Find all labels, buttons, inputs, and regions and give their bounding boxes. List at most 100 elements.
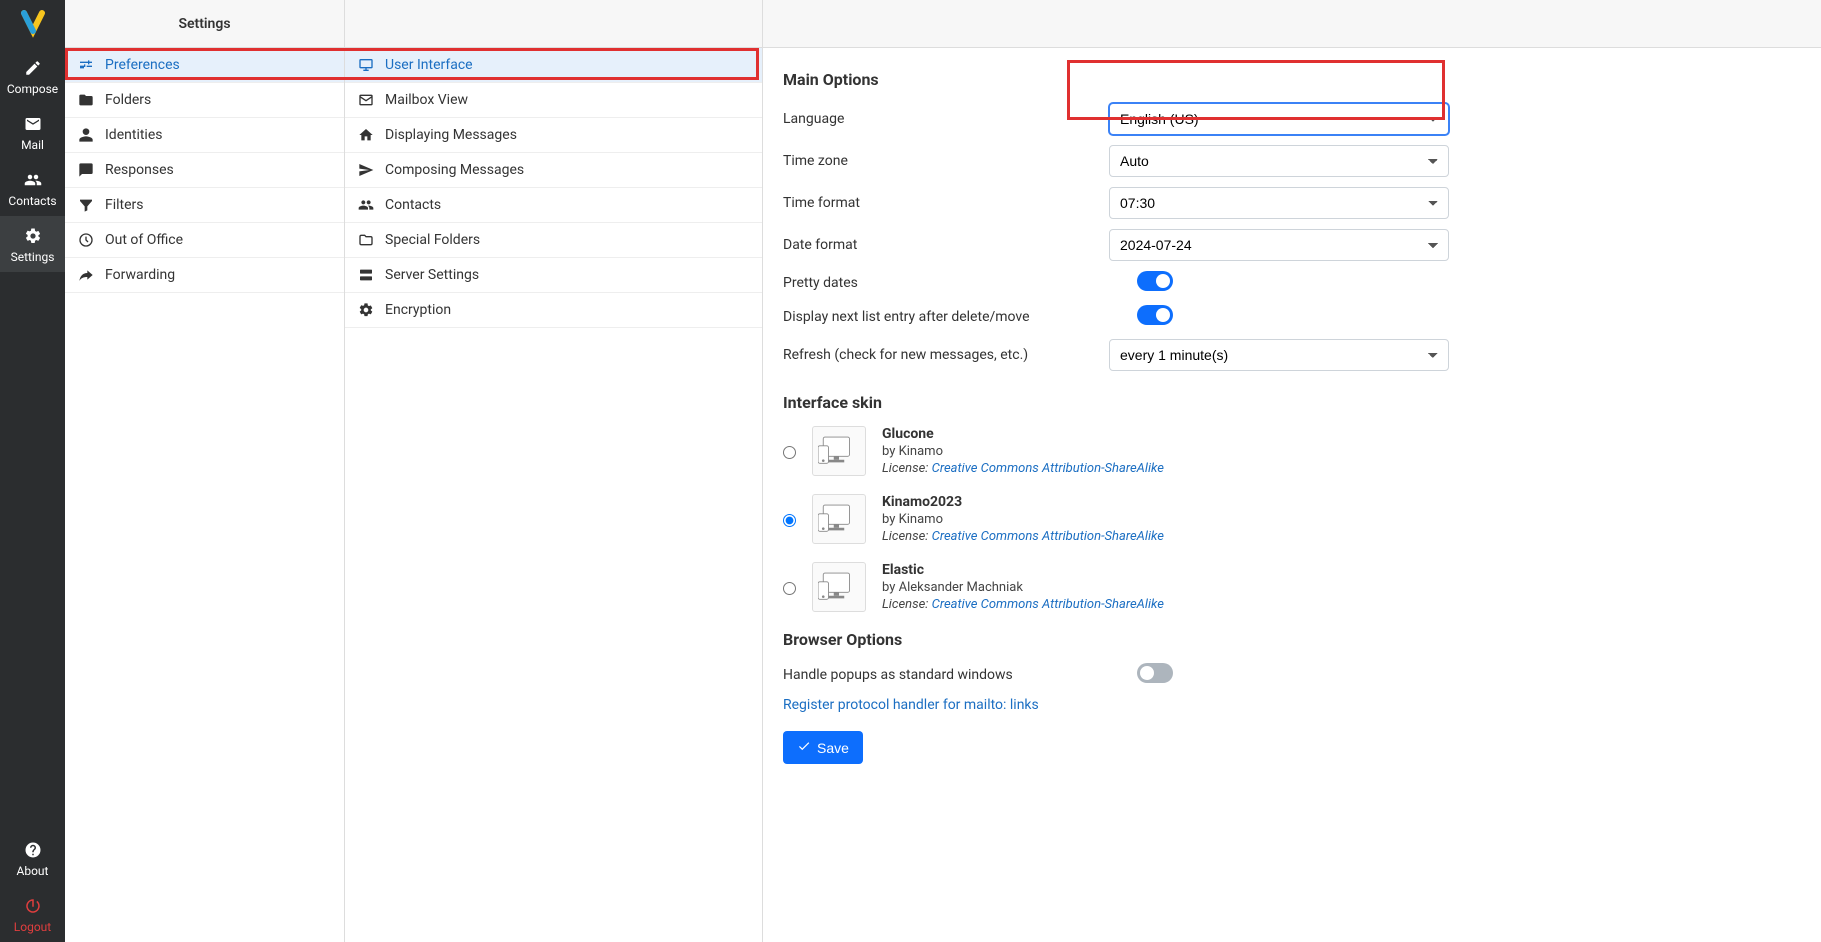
section-special[interactable]: Special Folders xyxy=(345,223,762,258)
nav-mail[interactable]: Mail xyxy=(0,104,65,160)
help-icon xyxy=(23,840,43,860)
skin-option: Kinamo2023by KinamoLicense: Creative Com… xyxy=(783,494,1801,544)
settings-item-preferences[interactable]: Preferences xyxy=(65,48,344,83)
list-item-label: User Interface xyxy=(385,57,473,73)
section-compose[interactable]: Composing Messages xyxy=(345,153,762,188)
share-icon xyxy=(77,266,95,284)
save-button[interactable]: Save xyxy=(783,731,863,764)
nav-sidebar: Compose Mail Contacts Settings About Log… xyxy=(0,0,65,942)
nav-settings[interactable]: Settings xyxy=(0,216,65,272)
refresh-select[interactable]: every 1 minute(s) xyxy=(1109,339,1449,371)
settings-item-folders[interactable]: Folders xyxy=(65,83,344,118)
language-select[interactable]: English (US) xyxy=(1109,103,1449,135)
section-ui[interactable]: User Interface xyxy=(345,48,762,83)
row-displaynext: Display next list entry after delete/mov… xyxy=(783,305,1801,329)
skin-radio[interactable] xyxy=(783,446,796,459)
settings-item-ooo[interactable]: Out of Office xyxy=(65,223,344,258)
row-popups: Handle popups as standard windows xyxy=(783,663,1801,687)
settings-list: Settings Preferences Folders Identities … xyxy=(65,0,345,942)
skin-meta: Elasticby Aleksander MachniakLicense: Cr… xyxy=(882,562,1164,612)
displaynext-label: Display next list entry after delete/mov… xyxy=(783,309,1109,325)
gear-icon xyxy=(357,301,375,319)
settings-item-responses[interactable]: Responses xyxy=(65,153,344,188)
timeformat-select[interactable]: 07:30 xyxy=(1109,187,1449,219)
skin-option: Glucone by Kinamo License: Creative Common… xyxy=(783,426,1801,476)
folder-outline-icon xyxy=(357,231,375,249)
list-item-label: Mailbox View xyxy=(385,92,468,108)
content-header-blank xyxy=(763,0,1821,48)
section-server[interactable]: Server Settings xyxy=(345,258,762,293)
save-button-label: Save xyxy=(817,740,849,756)
list-item-label: Out of Office xyxy=(105,232,183,248)
timezone-select[interactable]: Auto xyxy=(1109,145,1449,177)
nav-about[interactable]: About xyxy=(0,830,65,886)
row-dateformat: Date format 2024-07-24 xyxy=(783,229,1801,261)
list-item-label: Folders xyxy=(105,92,151,108)
settings-columns: Settings Preferences Folders Identities … xyxy=(65,0,763,942)
logo xyxy=(0,0,65,48)
sliders-icon xyxy=(77,56,95,74)
inbox-icon xyxy=(357,126,375,144)
user-icon xyxy=(77,126,95,144)
skin-license-link[interactable]: Creative Commons Attribution-ShareAlike xyxy=(932,461,1164,476)
gear-icon xyxy=(23,226,43,246)
dateformat-select[interactable]: 2024-07-24 xyxy=(1109,229,1449,261)
section-encryption[interactable]: Encryption xyxy=(345,293,762,328)
popups-toggle[interactable] xyxy=(1137,663,1173,683)
paper-plane-icon xyxy=(357,161,375,179)
refresh-label: Refresh (check for new messages, etc.) xyxy=(783,347,1109,363)
row-pretty: Pretty dates xyxy=(783,271,1801,295)
row-refresh: Refresh (check for new messages, etc.) e… xyxy=(783,339,1801,371)
list-item-label: Displaying Messages xyxy=(385,127,517,143)
skin-name: Elastic xyxy=(882,562,1164,578)
skin-license: License: Creative Commons Attribution-Sh… xyxy=(882,461,1164,476)
filter-icon xyxy=(77,196,95,214)
row-timeformat: Time format 07:30 xyxy=(783,187,1801,219)
list-item-label: Server Settings xyxy=(385,267,479,283)
skin-radio[interactable] xyxy=(783,582,796,595)
settings-item-identities[interactable]: Identities xyxy=(65,118,344,153)
content-wrap: Main Options Language English (US) Time … xyxy=(763,0,1821,942)
skin-author: by Kinamo xyxy=(882,512,1164,527)
row-language: Language English (US) xyxy=(783,103,1801,135)
settings-item-forwarding[interactable]: Forwarding xyxy=(65,258,344,293)
settings-item-filters[interactable]: Filters xyxy=(65,188,344,223)
skin-meta: Kinamo2023by KinamoLicense: Creative Com… xyxy=(882,494,1164,544)
skin-name: Glucone xyxy=(882,426,1164,442)
skin-option: Elasticby Aleksander MachniakLicense: Cr… xyxy=(783,562,1801,612)
list-item-label: Contacts xyxy=(385,197,441,213)
nav-contacts[interactable]: Contacts xyxy=(0,160,65,216)
section-display[interactable]: Displaying Messages xyxy=(345,118,762,153)
nav-logout[interactable]: Logout xyxy=(0,886,65,942)
skin-radio[interactable] xyxy=(783,514,796,527)
comment-icon xyxy=(77,161,95,179)
check-icon xyxy=(797,739,811,756)
timeformat-label: Time format xyxy=(783,195,1109,211)
section-mailbox[interactable]: Mailbox View xyxy=(345,83,762,118)
list-item-label: Encryption xyxy=(385,302,451,318)
skin-license: License: Creative Commons Attribution-Sh… xyxy=(882,597,1164,612)
clock-icon xyxy=(77,231,95,249)
list-item-label: Identities xyxy=(105,127,162,143)
skin-license-link[interactable]: Creative Commons Attribution-ShareAlike xyxy=(932,529,1164,544)
skin-license-link[interactable]: Creative Commons Attribution-ShareAlike xyxy=(932,597,1164,612)
language-label: Language xyxy=(783,111,1109,127)
skin-thumbnail xyxy=(812,426,866,476)
main-options-title: Main Options xyxy=(783,70,1801,89)
register-mailto-link[interactable]: Register protocol handler for mailto: li… xyxy=(783,697,1801,713)
section-contacts[interactable]: Contacts xyxy=(345,188,762,223)
list-item-label: Forwarding xyxy=(105,267,175,283)
skin-meta: Glucone by Kinamo License: Creative Common… xyxy=(882,426,1164,476)
pretty-toggle[interactable] xyxy=(1137,271,1173,291)
list-item-label: Preferences xyxy=(105,57,180,73)
browser-title: Browser Options xyxy=(783,630,1801,649)
contacts-icon xyxy=(23,170,43,190)
skin-author: by Kinamo xyxy=(882,444,1164,459)
skin-thumbnail xyxy=(812,562,866,612)
skin-title: Interface skin xyxy=(783,393,1801,412)
compose-icon xyxy=(23,58,43,78)
displaynext-toggle[interactable] xyxy=(1137,305,1173,325)
nav-compose[interactable]: Compose xyxy=(0,48,65,104)
row-timezone: Time zone Auto xyxy=(783,145,1801,177)
mail-icon xyxy=(23,114,43,134)
